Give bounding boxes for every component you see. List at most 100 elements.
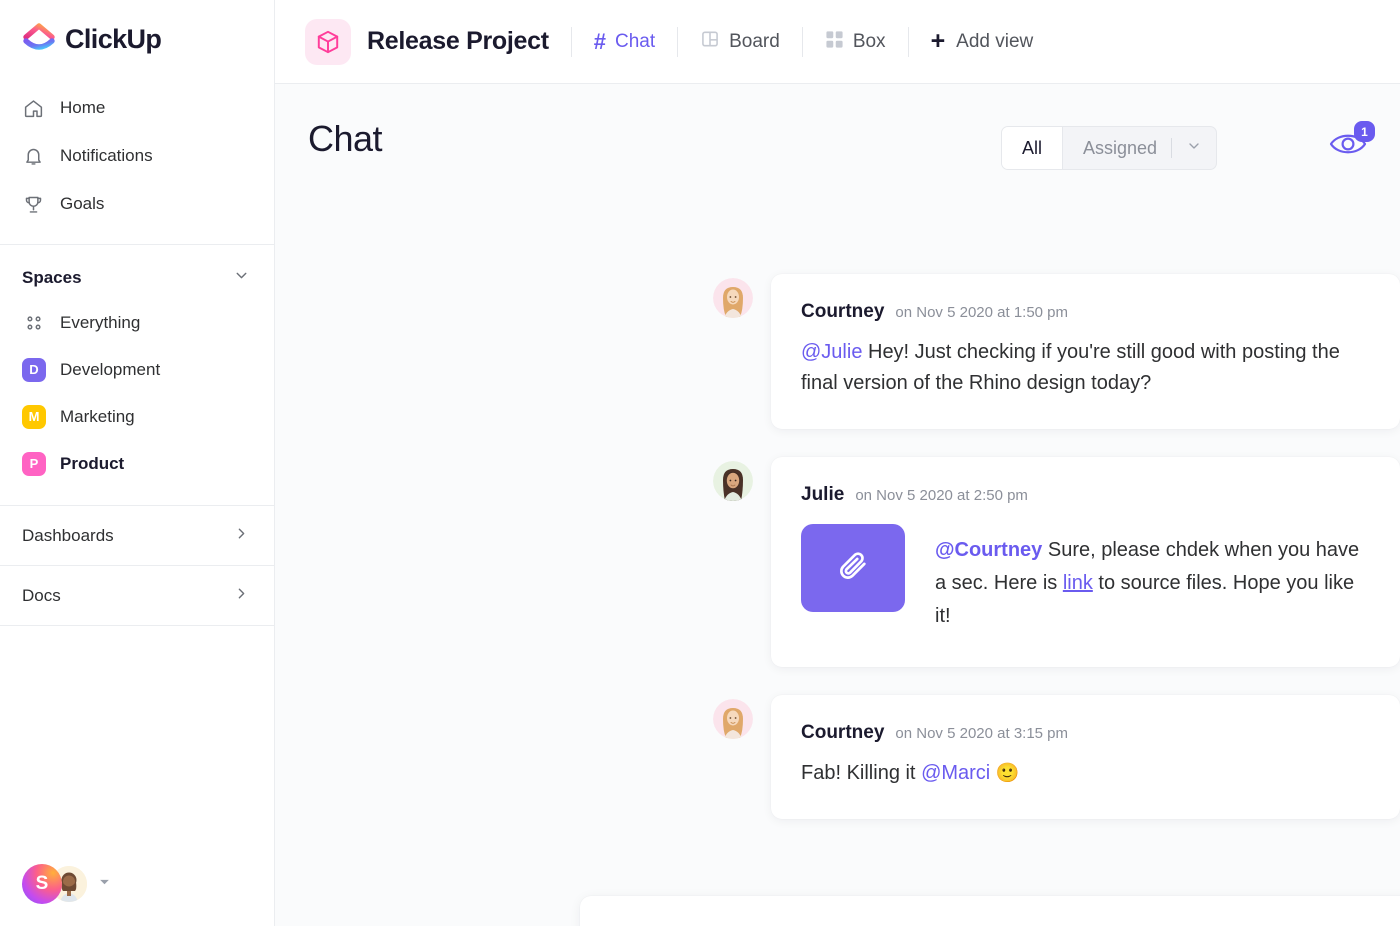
message-timestamp: on Nov 5 2020 at 1:50 pm (895, 304, 1069, 321)
sidebar-item-goals[interactable]: Goals (0, 180, 274, 228)
message-timestamp: on Nov 5 2020 at 2:50 pm (855, 487, 1028, 504)
paperclip-icon (836, 549, 870, 588)
sidebar-item-dashboards[interactable]: Dashboards (0, 505, 274, 565)
brand-name: ClickUp (65, 23, 162, 54)
message-link[interactable]: link (1063, 572, 1093, 594)
separator (1171, 138, 1173, 158)
message-list: Courtney on Nov 5 2020 at 1:50 pm @Julie… (275, 274, 1400, 847)
eye-icon (1328, 134, 1368, 162)
avatar[interactable]: S (22, 864, 62, 904)
tab-box[interactable]: Box (825, 30, 886, 54)
avatar-courtney[interactable] (713, 278, 753, 318)
message-card: Julie on Nov 5 2020 at 2:50 pm @Courtney… (771, 457, 1400, 667)
sidebar-item-notifications[interactable]: Notifications (0, 132, 274, 180)
tab-chat[interactable]: # Chat (593, 28, 656, 54)
avatar-courtney[interactable] (713, 699, 753, 739)
mention-marci[interactable]: @Marci (921, 762, 990, 784)
message-body: @Courtney Sure, please chdek when you ha… (935, 520, 1370, 633)
add-view-label: Add view (956, 30, 1034, 52)
spaces-list: Everything D Development M Marketing P P… (0, 299, 274, 487)
sidebar-item-marketing[interactable]: M Marketing (0, 393, 274, 440)
separator (570, 26, 572, 57)
sidebar-item-marketing-label: Marketing (60, 406, 135, 426)
sidebar-item-notifications-label: Notifications (60, 146, 153, 165)
chevron-right-icon[interactable] (233, 585, 250, 607)
message-card: Courtney on Nov 5 2020 at 3:15 pm Fab! K… (771, 695, 1400, 819)
message-text: Hey! Just checking if you're still good … (801, 341, 1340, 394)
filter-all-button[interactable]: All (1002, 127, 1063, 169)
plus-icon: + (930, 27, 946, 55)
chat-header: Chat All Assigned 1 (275, 84, 1400, 170)
sidebar-divider-bottom (0, 625, 274, 626)
caret-down-icon[interactable] (98, 875, 111, 893)
home-icon (22, 97, 44, 119)
space-badge-product: P (22, 451, 46, 476)
add-view-button[interactable]: + Add view (931, 29, 1034, 54)
bell-icon (22, 145, 44, 167)
chat-filter-segmented-control: All Assigned (1001, 126, 1218, 170)
message-header: Courtney on Nov 5 2020 at 1:50 pm (801, 301, 1370, 323)
chevron-down-icon[interactable] (233, 267, 250, 289)
mention-julie[interactable]: @Julie (801, 341, 862, 363)
chevron-down-icon[interactable] (1186, 138, 1202, 159)
sidebar-item-home[interactable]: Home (0, 84, 274, 132)
message-author: Julie (801, 484, 845, 505)
sidebar-item-development-label: Development (60, 359, 161, 379)
separator (907, 26, 909, 57)
separator (677, 26, 679, 57)
spaces-header[interactable]: Spaces (0, 245, 274, 299)
tab-chat-label: Chat (614, 30, 656, 52)
sidebar-item-docs-label: Docs (22, 585, 61, 605)
page-title: Release Project (367, 27, 549, 55)
box-grid-icon (825, 30, 844, 54)
message-card: Courtney on Nov 5 2020 at 1:50 pm @Julie… (771, 274, 1400, 429)
filter-assigned-label: Assigned (1083, 137, 1158, 158)
sidebar-item-product[interactable]: P Product (0, 440, 274, 487)
message-author: Courtney (801, 301, 885, 322)
sidebar-item-everything[interactable]: Everything (0, 299, 274, 346)
chat-heading: Chat (308, 118, 383, 159)
app-root: ClickUp Home Notifications Goals Spaces … (0, 0, 1400, 926)
message-item: Courtney on Nov 5 2020 at 1:50 pm @Julie… (275, 274, 1400, 429)
sidebar-item-docs[interactable]: Docs (0, 565, 274, 625)
message-header: Julie on Nov 5 2020 at 2:50 pm (801, 484, 1370, 506)
watchers-count-badge: 1 (1354, 121, 1375, 142)
tab-box-label: Box (852, 30, 886, 52)
sidebar-item-home-label: Home (60, 98, 106, 117)
box-cube-icon (305, 18, 351, 65)
tab-board[interactable]: Board (700, 29, 780, 54)
comment-composer[interactable] (580, 896, 1400, 926)
mention-courtney[interactable]: @Courtney (935, 539, 1042, 561)
clickup-logo-icon (22, 22, 56, 56)
message-item: Courtney on Nov 5 2020 at 3:15 pm Fab! K… (275, 695, 1400, 819)
attachment-tile[interactable] (801, 524, 905, 612)
tab-board-label: Board (729, 30, 780, 52)
separator (801, 26, 803, 57)
sidebar-item-product-label: Product (60, 453, 125, 473)
brand-logo[interactable]: ClickUp (0, 0, 274, 56)
message-timestamp: on Nov 5 2020 at 3:15 pm (895, 725, 1069, 742)
space-badge-development: D (22, 357, 46, 382)
hash-icon: # (593, 28, 606, 54)
chat-content: Chat All Assigned 1 Courtney on Nov 5 20… (275, 84, 1400, 926)
filter-assigned-button[interactable]: Assigned (1062, 127, 1216, 169)
user-tray[interactable]: S (22, 864, 111, 904)
watchers-button[interactable]: 1 (1328, 121, 1375, 163)
topbar: Release Project # Chat Board Box + Add v… (275, 0, 1400, 84)
message-header: Courtney on Nov 5 2020 at 3:15 pm (801, 722, 1370, 744)
sidebar-item-dashboards-label: Dashboards (22, 525, 114, 545)
sidebar: ClickUp Home Notifications Goals Spaces … (0, 0, 275, 926)
sidebar-item-development[interactable]: D Development (0, 346, 274, 393)
avatar-julie[interactable] (713, 461, 753, 501)
primary-nav: Home Notifications Goals (0, 84, 274, 228)
chevron-right-icon[interactable] (233, 525, 250, 547)
message-attachment-row: @Courtney Sure, please chdek when you ha… (801, 520, 1370, 633)
board-icon (700, 29, 720, 54)
space-badge-marketing: M (22, 404, 46, 429)
message-author: Courtney (801, 722, 885, 743)
smiley-emoji: 🙂 (995, 763, 1020, 784)
grid-dots-icon (22, 311, 46, 335)
message-body: @Julie Hey! Just checking if you're stil… (801, 337, 1370, 399)
sidebar-item-everything-label: Everything (60, 312, 141, 332)
message-item: Julie on Nov 5 2020 at 2:50 pm @Courtney… (275, 457, 1400, 667)
